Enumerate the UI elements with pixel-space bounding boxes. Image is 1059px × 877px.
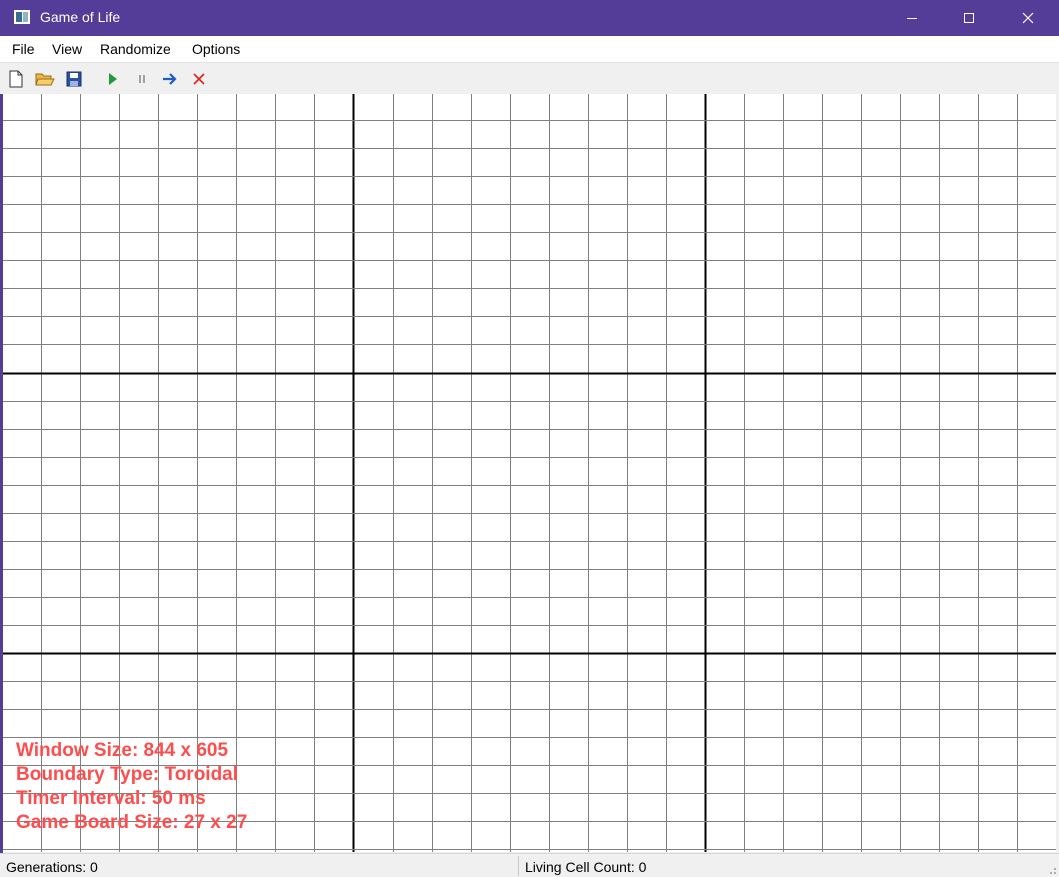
menu-randomize[interactable]: Randomize — [100, 41, 171, 57]
pause-icon — [139, 75, 145, 83]
minimize-button[interactable] — [883, 0, 941, 36]
app-window: Game of Life File View Randomize Options — [0, 0, 1059, 877]
hud-board-size: Game Board Size: 27 x 27 — [16, 812, 248, 833]
hud-timer-interval: Timer Interval: 50 ms — [16, 788, 206, 809]
maximize-button[interactable] — [940, 0, 998, 36]
status-living-cells: Living Cell Count: 0 — [525, 859, 647, 875]
open-folder-icon — [35, 73, 55, 86]
menu-file[interactable]: File — [12, 41, 35, 57]
save-button[interactable] — [63, 68, 85, 90]
toolbar — [0, 62, 1059, 94]
next-button[interactable] — [159, 68, 181, 90]
start-button[interactable] — [102, 68, 124, 90]
status-bar: Generations: 0 Living Cell Count: 0 — [0, 853, 1059, 877]
save-disk-icon — [66, 71, 82, 87]
clear-x-icon — [193, 73, 205, 85]
clear-button[interactable] — [188, 68, 210, 90]
minimize-icon — [907, 18, 917, 19]
window-title: Game of Life — [40, 9, 121, 25]
hud-window-size: Window Size: 844 x 605 — [16, 740, 229, 761]
app-window-icon — [14, 10, 30, 24]
game-board[interactable]: Window Size: 844 x 605 Boundary Type: To… — [3, 94, 1056, 852]
maximize-icon — [964, 13, 974, 23]
next-step-arrow-icon — [163, 73, 177, 85]
hud-overlay: Window Size: 844 x 605 Boundary Type: To… — [16, 739, 247, 835]
menu-bar: File View Randomize Options — [0, 36, 1059, 62]
status-separator — [518, 856, 519, 876]
close-icon — [1022, 12, 1034, 24]
status-generations: Generations: 0 — [6, 859, 98, 875]
open-button[interactable] — [34, 68, 56, 90]
close-button[interactable] — [999, 0, 1057, 36]
pause-button[interactable] — [131, 68, 153, 90]
menu-options[interactable]: Options — [192, 41, 240, 57]
play-icon — [109, 73, 117, 85]
new-file-icon — [9, 70, 23, 88]
menu-view[interactable]: View — [52, 41, 82, 57]
title-bar[interactable]: Game of Life — [0, 0, 1059, 36]
hud-boundary-type: Boundary Type: Toroidal — [16, 764, 239, 785]
new-button[interactable] — [5, 68, 27, 90]
resize-grip-icon[interactable] — [1047, 865, 1057, 875]
